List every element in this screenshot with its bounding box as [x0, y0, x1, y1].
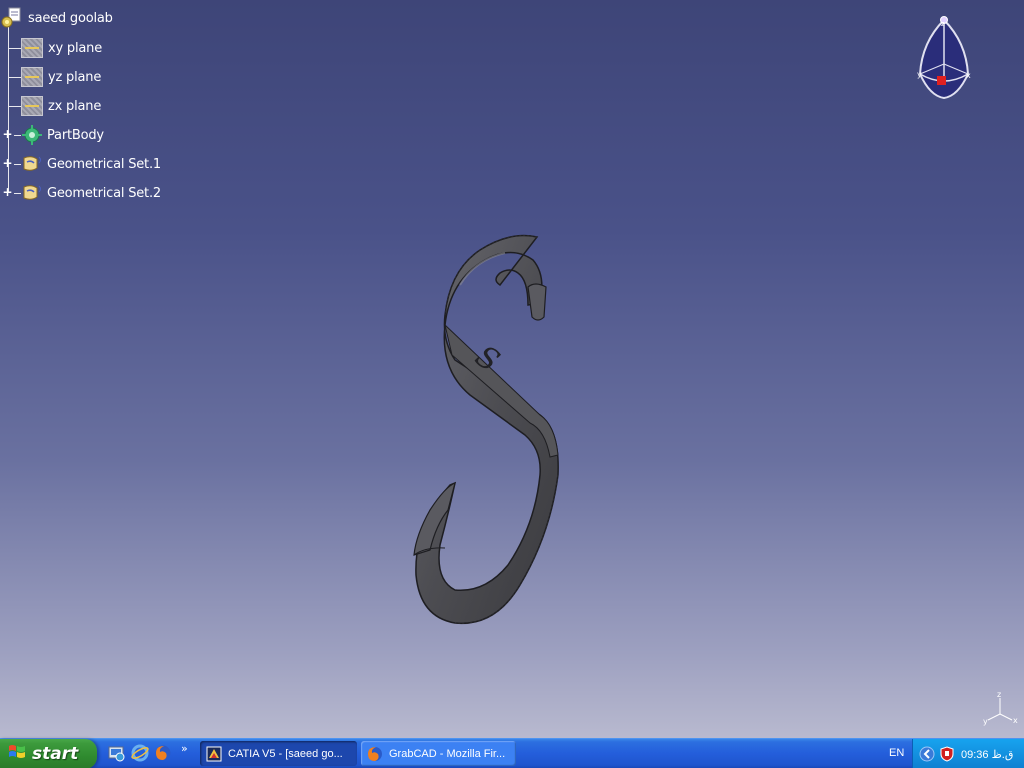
compass-y-label: y — [917, 70, 922, 79]
tree-connector — [14, 164, 21, 165]
start-button[interactable]: start — [0, 739, 97, 768]
part-document-icon — [0, 7, 24, 28]
taskbar-item-label: GrabCAD - Mozilla Fir... — [389, 747, 506, 760]
compass-widget[interactable]: z y x — [908, 12, 978, 102]
plane-icon — [21, 67, 43, 87]
language-indicator[interactable]: EN — [889, 747, 904, 759]
taskbar-item-label: CATIA V5 - [saeed go... — [228, 747, 343, 760]
taskbar-item-catia[interactable]: CATIA V5 - [saeed go... — [200, 741, 357, 766]
compass-x-label: x — [966, 71, 971, 80]
tree-item-label: Geometrical Set.2 — [47, 185, 161, 201]
specification-tree: saeed goolab xy plane yz plane zx plane … — [0, 0, 200, 210]
tree-item-label: PartBody — [47, 127, 104, 143]
plane-icon — [21, 96, 43, 116]
tree-connector — [14, 193, 21, 194]
expand-geoset2-button[interactable]: + — [2, 186, 12, 198]
tree-root-label: saeed goolab — [28, 10, 113, 26]
expand-geoset1-button[interactable]: + — [2, 157, 12, 169]
show-desktop-icon[interactable] — [107, 744, 125, 762]
geometrical-set-icon — [21, 154, 43, 174]
partbody-gear-icon — [21, 125, 43, 145]
system-tray: 09:36 ق.ظ — [912, 739, 1024, 768]
taskbar-item-firefox[interactable]: GrabCAD - Mozilla Fir... — [361, 741, 516, 766]
tree-item-geometrical-set-2[interactable]: Geometrical Set.2 — [21, 183, 161, 203]
compass-z-label: z — [941, 20, 945, 28]
start-label: start — [32, 744, 79, 764]
geometrical-set-icon — [21, 183, 43, 203]
tree-item-zx-plane[interactable]: zx plane — [21, 96, 101, 116]
tree-item-label: xy plane — [48, 40, 102, 56]
triad-x-label: x — [1013, 716, 1018, 725]
hook-3d-model[interactable]: S — [400, 225, 615, 645]
catia-icon — [206, 746, 222, 762]
tree-connector — [8, 77, 21, 78]
firefox-icon[interactable] — [154, 744, 172, 762]
plane-icon — [21, 38, 43, 58]
tree-connector — [8, 106, 21, 107]
security-shield-icon[interactable] — [939, 746, 955, 762]
taskbar: start » CATIA V5 - [saeed go... GrabCAD … — [0, 738, 1024, 768]
tree-item-xy-plane[interactable]: xy plane — [21, 38, 102, 58]
tree-item-geometrical-set-1[interactable]: Geometrical Set.1 — [21, 154, 161, 174]
tree-connector — [8, 48, 21, 49]
quick-launch-more-button[interactable]: » — [181, 742, 188, 755]
tree-connector — [14, 135, 21, 136]
windows-logo-icon — [8, 743, 26, 765]
expand-partbody-button[interactable]: + — [2, 128, 12, 140]
tray-clock[interactable]: 09:36 ق.ظ — [961, 748, 1013, 761]
tree-item-label: zx plane — [48, 98, 102, 114]
internet-explorer-icon[interactable] — [131, 744, 149, 762]
firefox-icon — [367, 746, 383, 762]
tree-root-node[interactable]: saeed goolab — [0, 7, 113, 28]
3d-viewport[interactable]: saeed goolab xy plane yz plane zx plane … — [0, 0, 1024, 738]
tree-item-label: yz plane — [48, 69, 102, 85]
tree-item-yz-plane[interactable]: yz plane — [21, 67, 101, 87]
triad-y-label: y — [983, 717, 988, 726]
triad-z-label: z — [997, 690, 1001, 699]
tray-collapse-icon[interactable] — [919, 746, 935, 762]
tree-item-label: Geometrical Set.1 — [47, 156, 161, 172]
tree-item-partbody[interactable]: PartBody — [21, 125, 104, 145]
axis-triad-widget: z x y — [982, 690, 1022, 730]
